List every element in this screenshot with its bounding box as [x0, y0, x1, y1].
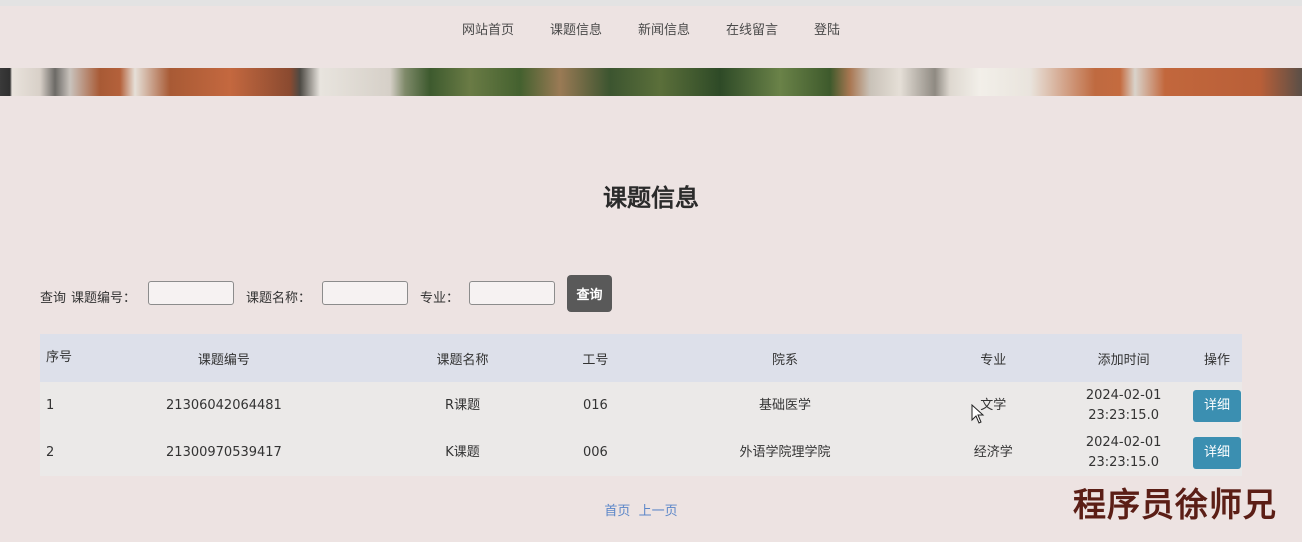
row-major: 文学 [980, 397, 1007, 413]
row-dept: 基础医学 [759, 397, 812, 413]
search-prefix-label: 查询 [40, 291, 67, 306]
watermark: 程序员徐师兄 [1073, 485, 1277, 524]
row-action: 详细 [1192, 429, 1242, 476]
search-bar: 查询 课题编号： 课题名称： 专业： 查询 [40, 275, 660, 313]
row-date: 2024-02-01 23:23:15.0 [1055, 429, 1192, 476]
topic-table: 序号 课题编号 课题名称 工号 院系 专业 添加时间 操作 1 21306042… [40, 334, 1242, 476]
major-label: 专业： [420, 291, 460, 306]
detail-button[interactable]: 详细 [1193, 389, 1241, 422]
row-job-no: 016 [582, 397, 608, 413]
row-job-no: 006 [582, 444, 608, 460]
detail-button[interactable]: 详细 [1193, 436, 1241, 469]
row-date-day: 2024-02-01 [1085, 387, 1162, 403]
col-name: 课题名称 [436, 352, 489, 368]
main-nav: 网站首页 课题信息 新闻信息 在线留言 登陆 [0, 20, 1302, 42]
row-major: 经济学 [973, 444, 1013, 460]
nav-news[interactable]: 新闻信息 [638, 20, 690, 42]
row-date: 2024-02-01 23:23:15.0 [1055, 382, 1192, 429]
nav-topic-info[interactable]: 课题信息 [550, 20, 602, 42]
first-page-link[interactable]: 首页 [604, 504, 630, 519]
col-index: 序号 [46, 350, 73, 365]
top-border [0, 0, 1302, 6]
row-index: 2 [46, 444, 55, 460]
col-date: 添加时间 [1097, 352, 1150, 368]
col-job-no: 工号 [582, 352, 609, 368]
col-dept: 院系 [772, 352, 799, 368]
search-button[interactable]: 查询 [567, 275, 612, 312]
row-dept: 外语学院理学院 [739, 444, 831, 460]
table-row: 1 21306042064481 R课题 016 基础医学 文学 2024-02… [40, 382, 1242, 429]
nav-message[interactable]: 在线留言 [726, 20, 778, 42]
page-title: 课题信息 [603, 184, 699, 212]
row-date-time: 23:23:15.0 [1088, 407, 1159, 423]
row-code: 21300970539417 [166, 444, 282, 460]
banner-image [0, 68, 1302, 96]
nav-home[interactable]: 网站首页 [462, 20, 514, 42]
row-action: 详细 [1192, 382, 1242, 429]
col-action: 操作 [1203, 352, 1230, 368]
row-index: 1 [46, 397, 55, 413]
topic-name-label: 课题名称： [246, 291, 312, 306]
col-code: 课题编号 [197, 352, 250, 368]
row-date-time: 23:23:15.0 [1088, 454, 1159, 470]
row-code: 21306042064481 [166, 397, 282, 413]
nav-login[interactable]: 登陆 [814, 20, 840, 42]
row-date-day: 2024-02-01 [1085, 434, 1162, 450]
mouse-cursor-icon [971, 404, 985, 424]
col-major: 专业 [980, 352, 1007, 368]
topic-name-input[interactable] [322, 281, 408, 305]
topic-code-label: 课题编号： [71, 291, 137, 306]
prev-page-link[interactable]: 上一页 [639, 504, 678, 519]
table-row: 2 21300970539417 K课题 006 外语学院理学院 经济学 202… [40, 429, 1242, 476]
row-name: R课题 [445, 397, 481, 413]
row-name: K课题 [445, 444, 480, 460]
major-input[interactable] [469, 281, 555, 305]
table-header-row: 序号 课题编号 课题名称 工号 院系 专业 添加时间 操作 [40, 334, 1242, 382]
topic-code-input[interactable] [148, 281, 234, 305]
